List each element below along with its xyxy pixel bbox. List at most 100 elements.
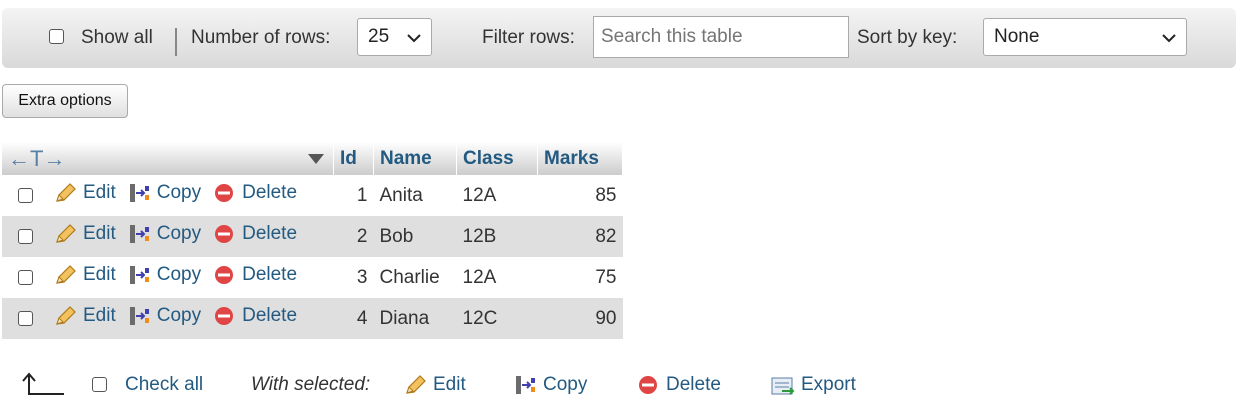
cell-name: Bob bbox=[373, 216, 457, 257]
cell-name: Anita bbox=[379, 184, 423, 206]
row-checkbox[interactable] bbox=[18, 228, 33, 244]
row-checkbox-cell bbox=[2, 175, 48, 216]
row-edit-link[interactable]: Edit bbox=[54, 305, 116, 327]
cell-id: 3 bbox=[356, 266, 368, 288]
column-header-id[interactable]: Id bbox=[333, 142, 374, 175]
cell-class: 12B bbox=[456, 216, 538, 257]
cell-class: 12A bbox=[462, 184, 497, 206]
extra-options-button[interactable]: Extra options bbox=[2, 84, 128, 118]
rows-label: Number of rows: bbox=[191, 27, 331, 48]
row-checkbox[interactable] bbox=[18, 187, 33, 203]
delete-icon bbox=[215, 306, 234, 325]
row-edit-link[interactable]: Edit bbox=[54, 223, 116, 245]
column-header-name[interactable]: Name bbox=[373, 142, 457, 175]
row-edit-link[interactable]: Edit bbox=[54, 264, 116, 286]
cell-marks: 75 bbox=[595, 266, 617, 288]
row-checkbox-cell bbox=[2, 298, 48, 339]
row-actions: Edit Copy Delete bbox=[48, 216, 334, 257]
table-header-row: ←T→ Id Name Class Marks bbox=[2, 142, 623, 175]
check-all-label[interactable]: Check all bbox=[125, 374, 203, 396]
filter-rows-label: Filter rows: bbox=[482, 27, 575, 48]
sort-select-value: None bbox=[994, 26, 1040, 47]
pencil-icon bbox=[56, 223, 76, 243]
row-edit-link[interactable]: Edit bbox=[54, 182, 116, 204]
cell-id: 4 bbox=[333, 298, 374, 339]
row-checkbox[interactable] bbox=[18, 269, 33, 285]
row-copy-label: Copy bbox=[156, 181, 202, 203]
row-delete-link[interactable]: Delete bbox=[213, 182, 297, 204]
pencil-icon bbox=[406, 375, 426, 394]
chevron-down-icon bbox=[1162, 34, 1176, 43]
arrow-up-left-icon bbox=[22, 372, 64, 395]
cell-marks: 82 bbox=[537, 216, 623, 257]
column-header-class[interactable]: Class bbox=[456, 142, 538, 175]
row-edit-label: Edit bbox=[83, 263, 116, 285]
row-delete-label: Delete bbox=[242, 181, 298, 203]
bulk-delete-label: Delete bbox=[666, 374, 721, 395]
row-copy-link[interactable]: Copy bbox=[128, 305, 201, 327]
row-copy-label: Copy bbox=[156, 222, 202, 244]
copy-icon bbox=[129, 265, 149, 284]
cell-id: 1 bbox=[356, 184, 368, 206]
table-row: Edit Copy Delete 3 Charlie 12A 75 bbox=[2, 257, 623, 298]
column-move-arrows[interactable]: ←T→ bbox=[8, 146, 65, 171]
row-checkbox[interactable] bbox=[18, 310, 33, 326]
row-actions: Edit Copy Delete bbox=[48, 298, 334, 339]
cell-marks: 90 bbox=[537, 298, 623, 339]
rows-select[interactable]: 25 bbox=[357, 18, 432, 56]
cell-marks: 85 bbox=[595, 184, 617, 206]
bulk-edit-label: Edit bbox=[433, 374, 466, 395]
with-selected-label: With selected: bbox=[251, 374, 371, 395]
row-copy-link[interactable]: Copy bbox=[128, 182, 201, 204]
row-checkbox-cell bbox=[2, 257, 48, 298]
row-copy-label: Copy bbox=[156, 263, 202, 285]
delete-icon bbox=[215, 224, 234, 243]
chevron-down-icon bbox=[407, 34, 421, 43]
rows-select-value: 25 bbox=[368, 26, 390, 47]
bulk-export-label: Export bbox=[801, 374, 856, 395]
cell-class: 12A bbox=[462, 266, 497, 288]
bulk-actions-bar: Check all With selected: Edit Copy Delet… bbox=[0, 362, 1240, 408]
row-actions: Edit Copy Delete bbox=[48, 257, 334, 298]
row-actions: Edit Copy Delete bbox=[48, 175, 334, 216]
row-copy-label: Copy bbox=[156, 304, 202, 326]
delete-icon bbox=[215, 183, 234, 202]
row-delete-label: Delete bbox=[242, 263, 298, 285]
sort-by-key-select[interactable]: None bbox=[983, 18, 1187, 56]
bulk-export-button[interactable]: Export bbox=[770, 374, 856, 396]
pencil-icon bbox=[56, 264, 76, 284]
cell-class: 12C bbox=[456, 298, 538, 339]
table-row: Edit Copy Delete 2 Bob 12B 82 bbox=[2, 216, 623, 257]
row-edit-label: Edit bbox=[83, 222, 116, 244]
copy-icon bbox=[129, 224, 149, 243]
row-delete-link[interactable]: Delete bbox=[213, 264, 297, 286]
row-copy-link[interactable]: Copy bbox=[128, 223, 201, 245]
cell-name: Diana bbox=[373, 298, 457, 339]
copy-icon bbox=[129, 183, 149, 202]
row-checkbox-cell bbox=[2, 216, 48, 257]
filter-rows-input[interactable] bbox=[593, 16, 849, 58]
bulk-copy-button[interactable]: Copy bbox=[514, 374, 587, 396]
bulk-edit-button[interactable]: Edit bbox=[404, 374, 466, 396]
column-toolbar: ←T→ bbox=[2, 142, 334, 175]
check-all-checkbox[interactable] bbox=[92, 377, 107, 392]
export-icon bbox=[771, 377, 795, 395]
sort-by-key-label: Sort by key: bbox=[857, 27, 958, 48]
bulk-delete-button[interactable]: Delete bbox=[637, 374, 721, 396]
row-delete-label: Delete bbox=[242, 222, 298, 244]
column-header-marks[interactable]: Marks bbox=[537, 142, 623, 175]
table-row: Edit Copy Delete 4 Diana 12C 90 bbox=[2, 298, 623, 339]
column-menu-triangle-icon[interactable] bbox=[307, 153, 325, 165]
cell-id: 2 bbox=[333, 216, 374, 257]
pencil-icon bbox=[56, 305, 76, 325]
divider bbox=[175, 28, 177, 56]
show-all-label[interactable]: Show all bbox=[81, 27, 153, 49]
row-delete-label: Delete bbox=[242, 304, 298, 326]
row-copy-link[interactable]: Copy bbox=[128, 264, 201, 286]
show-all-checkbox[interactable] bbox=[49, 29, 64, 44]
row-edit-label: Edit bbox=[83, 304, 116, 326]
results-table: ←T→ Id Name Class Marks Edit Copy Delete 1 A… bbox=[2, 142, 623, 339]
table-navigation-bar: Show all Number of rows: 25 Filter rows:… bbox=[2, 8, 1236, 68]
row-delete-link[interactable]: Delete bbox=[213, 305, 297, 327]
row-delete-link[interactable]: Delete bbox=[213, 223, 297, 245]
